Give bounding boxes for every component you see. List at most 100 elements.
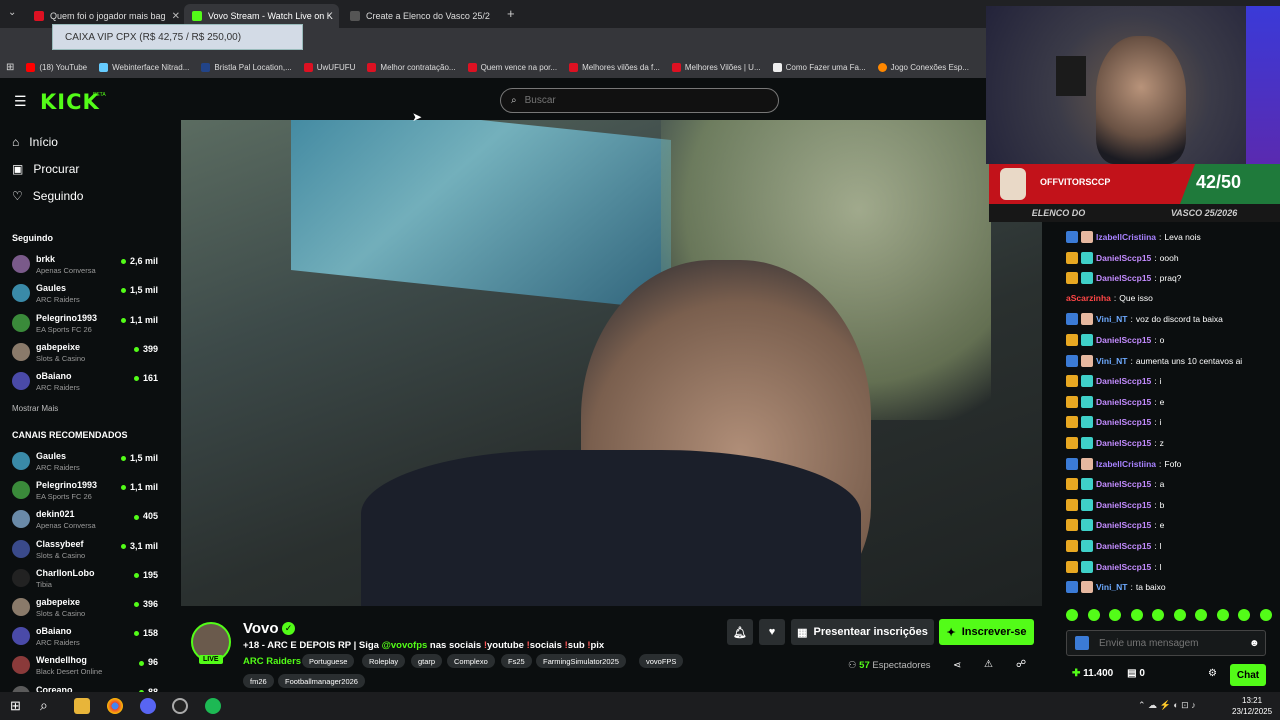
tag[interactable]: Roleplay (362, 654, 406, 668)
close-icon[interactable]: ✕ (172, 11, 180, 22)
bookmark-item[interactable]: (18) YouTube (20, 62, 93, 72)
nav-item-home[interactable]: ⌂ Início (12, 135, 58, 149)
system-clock[interactable]: 13:21 23/12/2025 (1232, 695, 1272, 717)
tray-icons[interactable]: ⌃ ☁ ⚡ ◐ ⊡ ♪ (1138, 700, 1196, 711)
emote-icon[interactable] (1259, 609, 1272, 621)
tag[interactable]: Portuguese (302, 654, 355, 668)
file-explorer-icon[interactable] (74, 698, 90, 714)
bookmark-item[interactable]: Como Fazer uma Fa... (767, 62, 872, 72)
sidebar-channel-brkk[interactable]: brkk Apenas Conversa 2,6 mil (12, 252, 162, 278)
emote-icon[interactable] (1066, 609, 1078, 621)
chat-username[interactable]: DanielSccp15 (1096, 562, 1151, 572)
chat-username[interactable]: DanielSccp15 (1096, 438, 1151, 448)
chat-username[interactable]: Vini_NT (1096, 356, 1128, 366)
chat-username[interactable]: IzabellCristiina (1096, 459, 1156, 469)
chat-username[interactable]: aScarzinha (1066, 293, 1111, 303)
discord-icon[interactable] (140, 698, 156, 714)
chat-username[interactable]: DanielSccp15 (1096, 376, 1151, 386)
title-link[interactable]: sub (568, 640, 585, 651)
tab-list-icon[interactable]: ⌄ (8, 7, 16, 18)
windows-start-icon[interactable]: ⊞ (10, 698, 21, 714)
title-link[interactable]: pix (590, 640, 604, 651)
tag[interactable]: vovoFPS (639, 654, 684, 668)
new-tab-button[interactable]: + (507, 6, 515, 21)
tag[interactable]: Complexo (447, 654, 495, 668)
sidebar-channel-gaules[interactable]: Gaules ARC Raiders 1,5 mil (12, 449, 162, 475)
emote-icon[interactable] (1109, 609, 1122, 621)
title-link[interactable]: youtube (487, 640, 524, 651)
search-bar[interactable]: ⌕ (500, 88, 779, 113)
share-icon[interactable]: ⋖ (953, 660, 961, 671)
report-icon[interactable]: ⚠ (984, 659, 993, 670)
subscribe-button[interactable]: ✦ Inscrever-se (939, 619, 1034, 645)
emote-icon[interactable] (1238, 609, 1251, 621)
chat-username[interactable]: DanielSccp15 (1096, 541, 1151, 551)
sidebar-channel-wendelihog[interactable]: WendelIhog Black Desert Online 96 (12, 653, 162, 679)
sidebar-channel-gabepeixe[interactable]: gabepeixe Slots & Casino 399 (12, 340, 162, 366)
sidebar-channel-charllonlobo[interactable]: CharllonLobo Tibia 195 (12, 566, 162, 592)
sidebar-channel-dekin021[interactable]: dekin021 Apenas Conversa 405 (12, 507, 162, 533)
chat-username[interactable]: DanielSccp15 (1096, 500, 1151, 510)
streamer-name[interactable]: Vovo (243, 620, 279, 637)
chat-username[interactable]: DanielSccp15 (1096, 273, 1151, 283)
chat-input[interactable] (1099, 637, 1239, 649)
chrome-icon[interactable] (107, 698, 123, 714)
emote-icon[interactable] (1195, 609, 1208, 621)
handle-link[interactable]: @vovofps (382, 640, 428, 651)
close-icon[interactable]: ✕ (496, 11, 497, 22)
stream-category[interactable]: ARC Raiders (243, 656, 301, 667)
emote-icon[interactable] (1087, 609, 1100, 621)
sidebar-channel-obaiano[interactable]: oBaiano ARC Raiders 158 (12, 624, 162, 650)
browser-tab-3[interactable]: Create a Elenco do Vasco 25/2 ✕ (342, 4, 497, 28)
channel-points[interactable]: ✚ 11.400 ▤ 0 (1072, 668, 1145, 679)
bookmark-item[interactable]: Bristla Pal Location,... (195, 62, 297, 72)
chat-username[interactable]: Vini_NT (1096, 314, 1128, 324)
sidebar-channel-pelegrino1993[interactable]: Pelegrino1993 EA Sports FC 26 1,1 mil (12, 478, 162, 504)
sidebar-channel-pelegrino1993[interactable]: Pelegrino1993 EA Sports FC 26 1,1 mil (12, 311, 162, 337)
video-player[interactable] (181, 120, 1042, 606)
chat-username[interactable]: DanielSccp15 (1096, 397, 1151, 407)
sidebar-channel-obaiano[interactable]: oBaiano ARC Raiders 161 (12, 369, 162, 395)
emote-icon[interactable] (1130, 609, 1143, 621)
nav-item-following[interactable]: ♡ Seguindo (12, 189, 83, 203)
bookmark-item[interactable]: Quem vence na por... (462, 62, 564, 72)
chat-username[interactable]: DanielSccp15 (1096, 417, 1151, 427)
sidebar-channel-gaules[interactable]: Gaules ARC Raiders 1,5 mil (12, 281, 162, 307)
show-more-link[interactable]: Mostrar Mais (12, 404, 58, 413)
chat-username[interactable]: DanielSccp15 (1096, 479, 1151, 489)
bookmark-item[interactable]: Melhores Vilões | U... (666, 62, 767, 72)
nav-item-browse[interactable]: ▣ Procurar (12, 162, 79, 176)
gift-subs-button[interactable]: ▦ Presentear inscrições (791, 619, 934, 645)
chat-username[interactable]: IzabellCristiina (1096, 232, 1156, 242)
search-icon[interactable]: ⌕ (40, 697, 48, 714)
apps-icon[interactable]: ⊞ (0, 62, 20, 73)
kick-logo[interactable]: KICK (40, 90, 100, 114)
search-input[interactable] (524, 95, 745, 106)
tag[interactable]: Footballmanager2026 (278, 674, 365, 688)
sidebar-channel-gabepeixe[interactable]: gabepeixe Slots & Casino 396 (12, 595, 162, 621)
notification-button[interactable]: 🔔︎ (727, 619, 753, 645)
chat-username[interactable]: Vini_NT (1096, 582, 1128, 592)
bookmark-item[interactable]: UwUFUFU (298, 62, 362, 72)
bookmark-item[interactable]: Webinterface Nitrad... (93, 62, 195, 72)
obs-icon[interactable] (172, 698, 188, 714)
emote-icon[interactable] (1173, 609, 1186, 621)
emote-icon[interactable] (1216, 609, 1229, 621)
profile-icon[interactable]: ☍ (1016, 659, 1026, 670)
bookmark-item[interactable]: Melhores vilões da f... (563, 62, 666, 72)
tag[interactable]: FarmingSimulator2025 (536, 654, 626, 668)
chat-send-button[interactable]: Chat (1230, 664, 1266, 686)
follow-button[interactable]: ♥ (759, 619, 785, 645)
emote-icon[interactable] (1152, 609, 1165, 621)
bookmark-item[interactable]: Melhor contratação... (361, 62, 461, 72)
tag[interactable]: fm26 (243, 674, 274, 688)
chat-username[interactable]: DanielSccp15 (1096, 253, 1151, 263)
emoji-icon[interactable]: ☻ (1249, 638, 1260, 649)
chat-username[interactable]: DanielSccp15 (1096, 335, 1151, 345)
menu-icon[interactable]: ☰ (14, 93, 27, 110)
title-link[interactable]: sociais (530, 640, 562, 651)
chat-username[interactable]: DanielSccp15 (1096, 520, 1151, 530)
settings-icon[interactable]: ⚙ (1208, 668, 1217, 679)
spotify-icon[interactable] (205, 698, 221, 714)
chat-input-box[interactable]: ☻ (1066, 630, 1266, 656)
